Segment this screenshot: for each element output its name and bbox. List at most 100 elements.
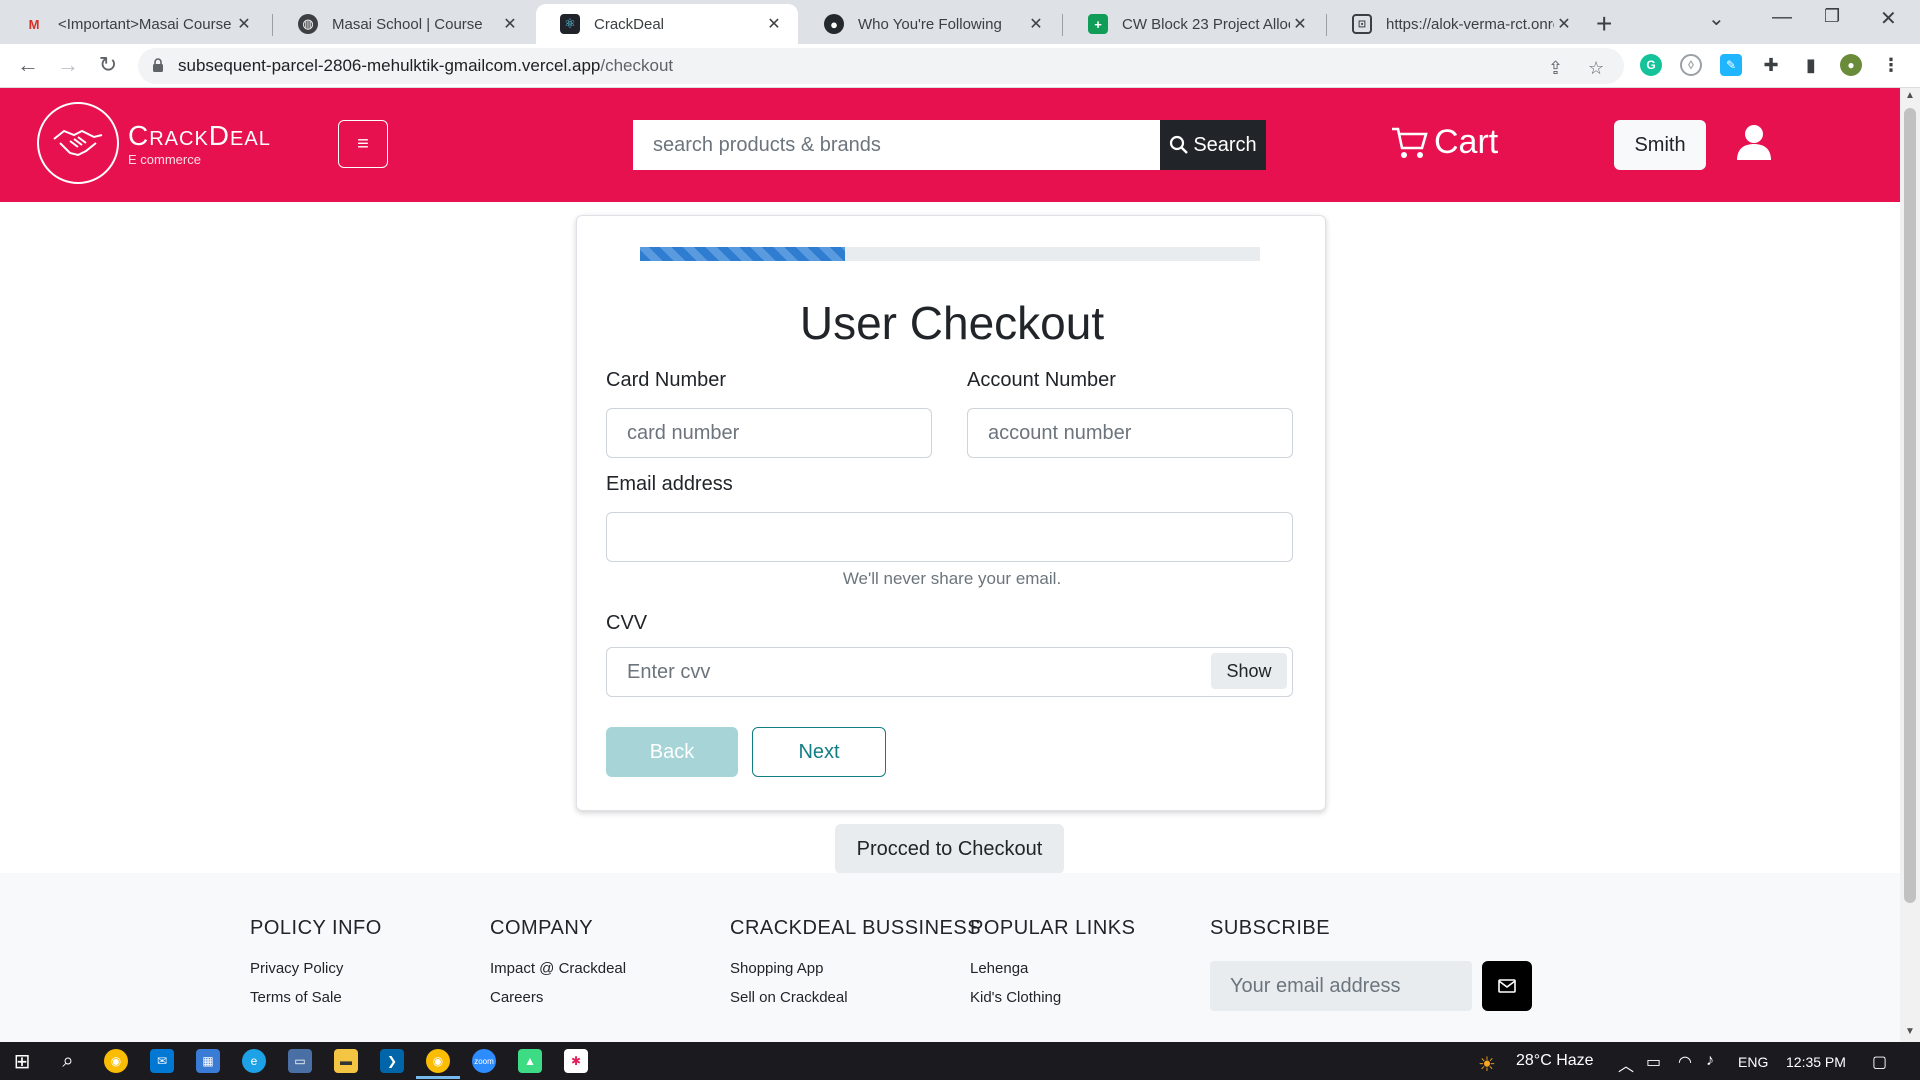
monitor-icon[interactable]: ▭ bbox=[288, 1049, 312, 1073]
search-button[interactable]: Search bbox=[1160, 120, 1266, 170]
back-arrow-icon[interactable]: ← bbox=[14, 52, 42, 78]
reload-icon[interactable]: ↻ bbox=[94, 52, 122, 78]
close-icon[interactable]: ✕ bbox=[764, 14, 784, 34]
back-button[interactable]: Back bbox=[606, 727, 738, 777]
page-scrollbar[interactable]: ▲ ▼ bbox=[1900, 88, 1920, 1042]
card-number-field[interactable] bbox=[606, 408, 932, 458]
battery-icon[interactable]: ▭ bbox=[1646, 1052, 1661, 1072]
tab-search-icon[interactable]: ⌄ bbox=[1708, 6, 1725, 31]
restore-icon[interactable]: ❐ bbox=[1824, 6, 1840, 27]
account-number-field[interactable] bbox=[967, 408, 1293, 458]
hamburger-menu-button[interactable]: ≡ bbox=[338, 120, 388, 168]
close-icon[interactable]: ✕ bbox=[500, 14, 520, 34]
email-helper-text: We'll never share your email. bbox=[842, 569, 1062, 588]
file-explorer-icon[interactable]: ▬ bbox=[334, 1049, 358, 1073]
handshake-logo-icon[interactable] bbox=[37, 102, 119, 184]
lock-icon bbox=[153, 58, 163, 72]
page-title: User Checkout bbox=[799, 297, 1105, 349]
cart-link[interactable]: Cart bbox=[1390, 123, 1498, 162]
bookmark-star-icon[interactable]: ☆ bbox=[1588, 58, 1604, 79]
tab-github[interactable]: ● Who You're Following ✕ bbox=[800, 4, 1060, 44]
slack-icon[interactable]: ✱ bbox=[564, 1049, 588, 1073]
sheets-icon: + bbox=[1088, 14, 1108, 34]
footer-column-company: COMPANY Impact @ Crackdeal Careers bbox=[490, 917, 626, 1018]
hamburger-icon: ≡ bbox=[357, 132, 369, 155]
footer-heading: POLICY INFO bbox=[250, 917, 382, 939]
weather-text[interactable]: 28°C Haze bbox=[1516, 1052, 1594, 1070]
minimize-icon[interactable]: — bbox=[1772, 6, 1792, 29]
search-icon[interactable]: ⌕ bbox=[56, 1049, 80, 1073]
close-icon[interactable]: ✕ bbox=[1290, 14, 1310, 34]
scroll-up-icon[interactable]: ▲ bbox=[1905, 90, 1915, 101]
card-number-label: Card Number bbox=[606, 369, 727, 391]
mail-icon[interactable]: ✉ bbox=[150, 1049, 174, 1073]
pen-extension-icon[interactable]: ✎ bbox=[1720, 54, 1742, 76]
progress-fill bbox=[640, 247, 845, 261]
email-field[interactable] bbox=[606, 512, 1293, 562]
footer-link[interactable]: Careers bbox=[490, 989, 626, 1006]
footer-link[interactable]: Sell on Crackdeal bbox=[730, 989, 981, 1006]
tab-masai[interactable]: ◍ Masai School | Course ✕ bbox=[274, 4, 534, 44]
tab-gmail[interactable]: M <Important>Masai Course F ✕ bbox=[0, 4, 268, 44]
cvv-field[interactable] bbox=[606, 647, 1293, 697]
shield-extension-icon[interactable]: ◊ bbox=[1680, 54, 1702, 76]
footer-column-popular: POPULAR LINKS Lehenga Kid's Clothing bbox=[970, 917, 1135, 1018]
profile-avatar[interactable]: ● bbox=[1840, 54, 1862, 76]
volume-icon[interactable]: ♪ bbox=[1706, 1052, 1714, 1070]
vscode-icon[interactable]: ❯ bbox=[380, 1049, 404, 1073]
chrome-icon[interactable]: ◉ bbox=[104, 1049, 128, 1073]
close-icon[interactable]: ✕ bbox=[234, 14, 254, 34]
url-host: subsequent-parcel-2806-mehulktik-gmailco… bbox=[178, 56, 601, 75]
footer-link[interactable]: Privacy Policy bbox=[250, 960, 382, 977]
notification-icon[interactable]: ▢ bbox=[1872, 1052, 1887, 1072]
extensions-puzzle-icon[interactable]: ✚ bbox=[1760, 54, 1782, 76]
site-icon: ⊡ bbox=[1352, 14, 1372, 34]
chrome-active-icon[interactable]: ◉ bbox=[426, 1049, 450, 1073]
footer-link[interactable]: Lehenga bbox=[970, 960, 1135, 977]
search-input[interactable] bbox=[633, 120, 1161, 170]
footer-link[interactable]: Shopping App bbox=[730, 960, 981, 977]
footer-link[interactable]: Impact @ Crackdeal bbox=[490, 960, 626, 977]
close-icon[interactable]: ✕ bbox=[1554, 14, 1574, 34]
wifi-icon[interactable]: ◠ bbox=[1678, 1052, 1692, 1072]
tab-sheets[interactable]: + CW Block 23 Project Alloca ✕ bbox=[1064, 4, 1324, 44]
tab-alok[interactable]: ⊡ https://alok-verma-rct.onre ✕ bbox=[1328, 4, 1588, 44]
close-icon[interactable]: ✕ bbox=[1026, 14, 1046, 34]
language-indicator[interactable]: ENG bbox=[1738, 1054, 1768, 1070]
clock[interactable]: 12:35 PM bbox=[1786, 1054, 1846, 1070]
address-bar[interactable]: subsequent-parcel-2806-mehulktik-gmailco… bbox=[138, 48, 1624, 84]
subscribe-heading: SUBSCRIBE bbox=[1210, 917, 1331, 939]
user-name-button[interactable]: Smith bbox=[1614, 120, 1706, 170]
footer-link[interactable]: Terms of Sale bbox=[250, 989, 382, 1006]
active-app-indicator bbox=[416, 1076, 460, 1079]
share-icon[interactable]: ⇪ bbox=[1548, 58, 1563, 79]
window-close-icon[interactable]: ✕ bbox=[1880, 6, 1897, 31]
windows-start-icon[interactable]: ⊞ bbox=[10, 1049, 34, 1073]
zoom-icon[interactable]: zoom bbox=[472, 1049, 496, 1073]
forward-arrow-icon[interactable]: → bbox=[54, 52, 82, 78]
footer-column-policy: POLICY INFO Privacy Policy Terms of Sale bbox=[250, 917, 382, 1018]
footer-heading: POPULAR LINKS bbox=[970, 917, 1136, 939]
android-studio-icon[interactable]: ▲ bbox=[518, 1049, 542, 1073]
scroll-thumb[interactable] bbox=[1904, 108, 1916, 903]
show-cvv-button[interactable]: Show bbox=[1211, 653, 1287, 689]
kebab-menu-icon[interactable]: ⋮ bbox=[1880, 54, 1902, 76]
side-panel-icon[interactable]: ▮ bbox=[1800, 54, 1822, 76]
subscribe-email-input[interactable] bbox=[1210, 961, 1472, 1011]
react-icon: ⚛ bbox=[560, 14, 580, 34]
brand-name[interactable]: CrackDeal bbox=[128, 120, 271, 152]
grammarly-icon[interactable]: G bbox=[1640, 54, 1662, 76]
scroll-down-icon[interactable]: ▼ bbox=[1905, 1026, 1915, 1037]
tab-crackdeal[interactable]: ⚛ CrackDeal ✕ bbox=[536, 4, 798, 44]
browser-tab-bar: M <Important>Masai Course F ✕ ◍ Masai Sc… bbox=[0, 0, 1920, 44]
subscribe-button[interactable] bbox=[1482, 961, 1532, 1011]
store-icon[interactable]: ▦ bbox=[196, 1049, 220, 1073]
user-avatar-icon[interactable] bbox=[1735, 124, 1773, 165]
edge-icon[interactable]: e bbox=[242, 1049, 266, 1073]
proceed-to-checkout-button[interactable]: Procced to Checkout bbox=[835, 824, 1064, 874]
footer-link[interactable]: Kid's Clothing bbox=[970, 989, 1135, 1006]
tray-chevron-icon[interactable]: ︿ bbox=[1618, 1052, 1634, 1076]
new-tab-icon[interactable]: + bbox=[1596, 8, 1612, 40]
next-button[interactable]: Next bbox=[752, 727, 886, 777]
tab-title: CrackDeal bbox=[594, 15, 665, 33]
